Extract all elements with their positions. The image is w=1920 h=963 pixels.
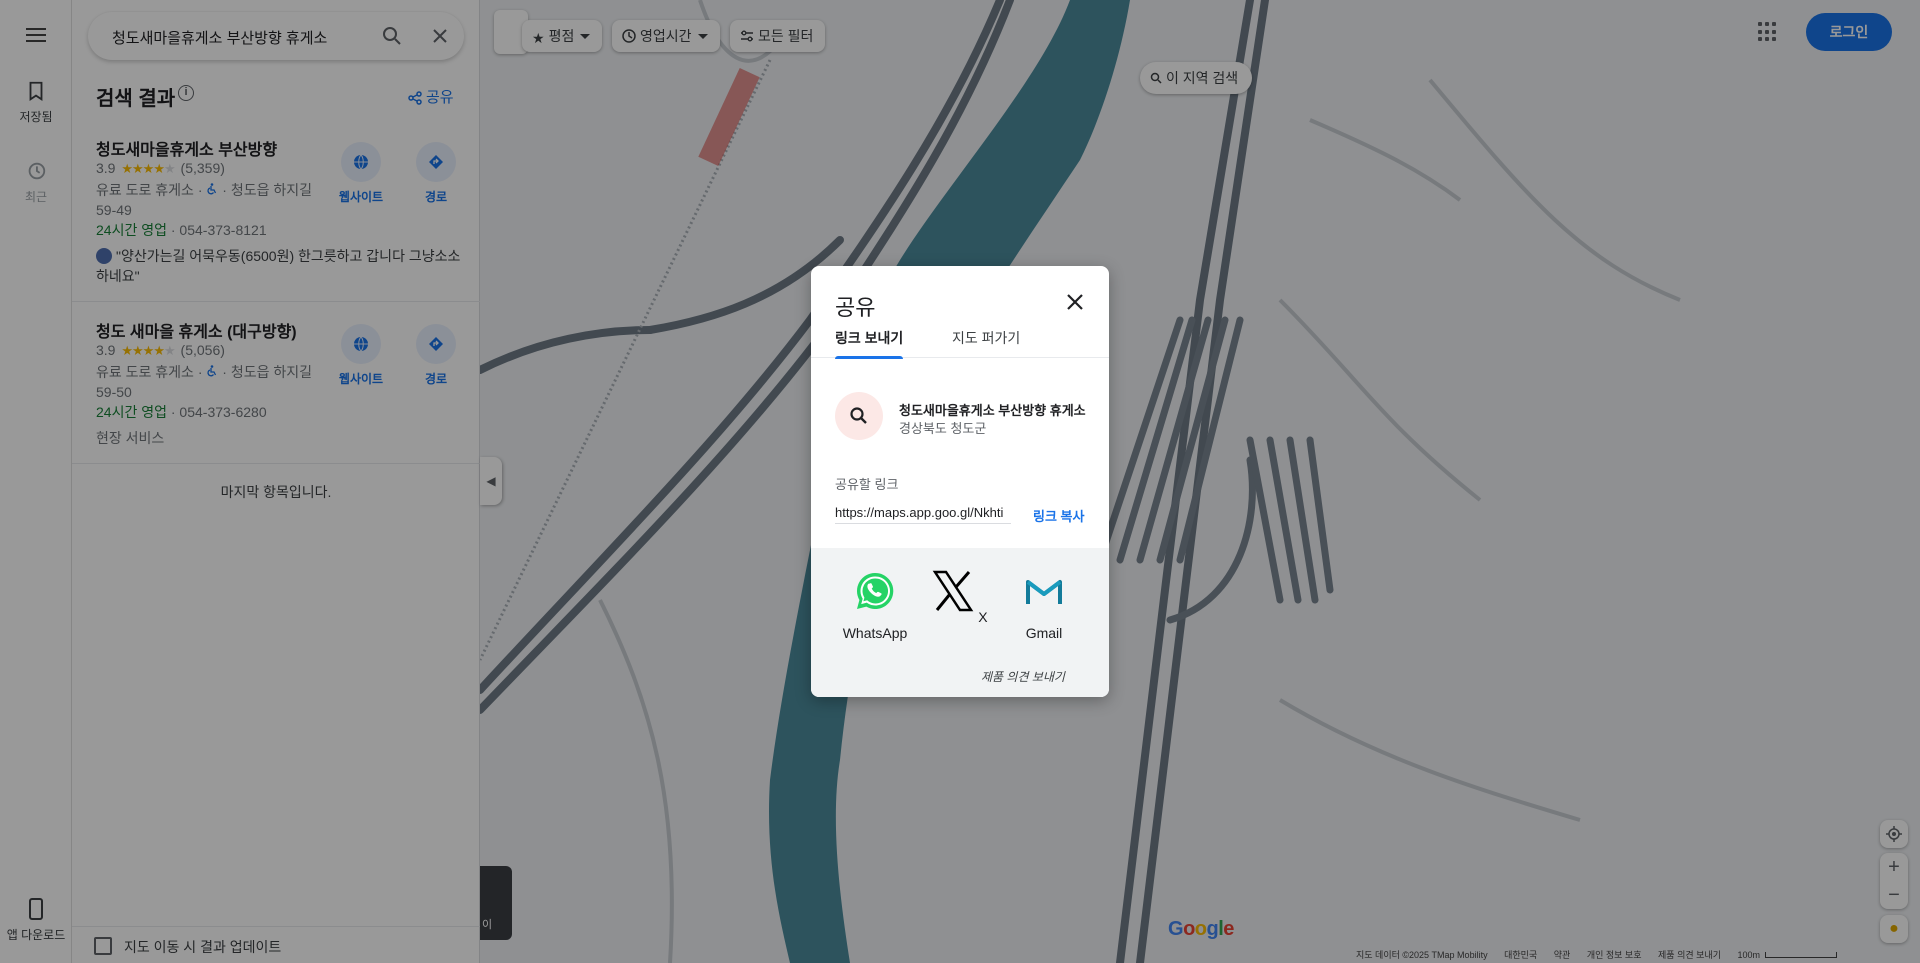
gmail-button[interactable]: Gmail — [1004, 570, 1084, 641]
link-label: 공유할 링크 — [835, 477, 899, 492]
whatsapp-button[interactable]: WhatsApp — [835, 570, 915, 641]
gmail-icon — [1026, 580, 1062, 604]
x-button[interactable]: X — [920, 570, 1000, 625]
close-icon[interactable] — [1063, 290, 1087, 314]
copy-link-button[interactable]: 링크 복사 — [1033, 506, 1084, 525]
share-targets: WhatsApp X Gmail 제품 의견 보내기 — [811, 548, 1109, 697]
share-dialog: 공유 링크 보내기 지도 퍼가기 청도새마을휴게소 부산방향 휴게소 경상북도 … — [811, 266, 1109, 697]
whatsapp-icon — [856, 572, 894, 609]
share-link-field[interactable] — [835, 502, 1011, 524]
x-label: X — [978, 609, 988, 625]
dialog-title: 공유 — [835, 295, 876, 320]
shared-place: 청도새마을휴게소 부산방향 휴게소 경상북도 청도군 — [835, 392, 1095, 440]
tab-embed-map[interactable]: 지도 퍼가기 — [952, 328, 1020, 358]
tab-send-link[interactable]: 링크 보내기 — [835, 328, 904, 359]
whatsapp-label: WhatsApp — [842, 625, 908, 641]
x-logo-icon — [933, 570, 974, 612]
dialog-tabs: 링크 보내기 지도 퍼가기 — [811, 328, 1109, 359]
send-feedback-link[interactable]: 제품 의견 보내기 — [981, 668, 1065, 685]
gmail-label: Gmail — [1025, 625, 1063, 641]
place-name: 청도새마을휴게소 부산방향 휴게소 — [899, 403, 1086, 418]
search-icon — [835, 392, 883, 440]
place-address: 경상북도 청도군 — [899, 421, 987, 436]
